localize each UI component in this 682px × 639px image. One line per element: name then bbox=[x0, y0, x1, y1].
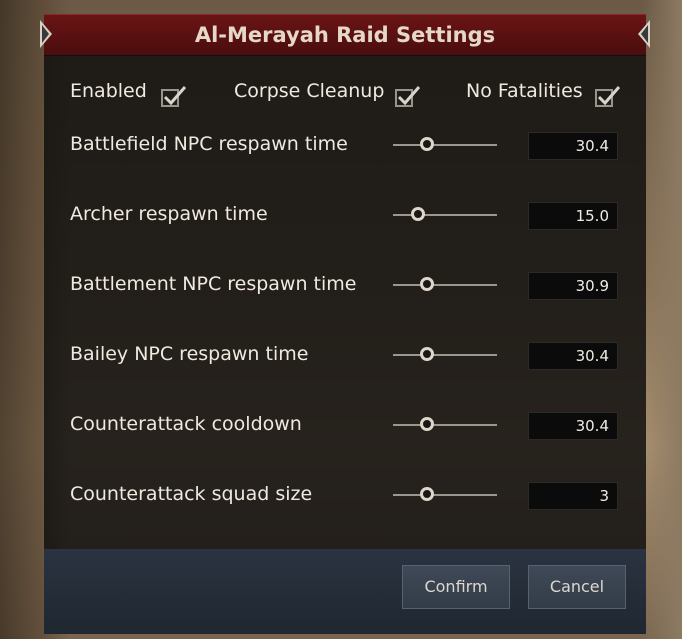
checkbox-enabled[interactable] bbox=[161, 86, 187, 107]
checkbox-corpse-cleanup[interactable] bbox=[395, 86, 421, 107]
checkmark-icon bbox=[397, 86, 421, 106]
slider-knob[interactable] bbox=[411, 207, 425, 221]
checkmark-icon bbox=[597, 86, 621, 106]
title-right-ornament-icon bbox=[638, 20, 650, 48]
slider-knob[interactable] bbox=[420, 277, 434, 291]
dialog-title: Al-Merayah Raid Settings bbox=[194, 23, 496, 47]
checkmark-icon bbox=[163, 86, 187, 106]
toggle-label-corpse-cleanup: Corpse Cleanup bbox=[234, 80, 385, 102]
slider-track[interactable] bbox=[393, 494, 497, 496]
setting-label: Archer respawn time bbox=[70, 203, 268, 225]
background-scenery bbox=[642, 0, 682, 639]
title-left-ornament-icon bbox=[40, 20, 52, 48]
settings-content: Enabled Corpse Cleanup No Fatalities Bat… bbox=[44, 55, 646, 549]
slider-knob[interactable] bbox=[420, 417, 434, 431]
setting-label: Counterattack cooldown bbox=[70, 413, 302, 435]
cancel-button[interactable]: Cancel bbox=[528, 565, 626, 609]
setting-label: Counterattack squad size bbox=[70, 483, 313, 505]
confirm-button[interactable]: Confirm bbox=[402, 565, 510, 609]
title-bar: Al-Merayah Raid Settings bbox=[44, 14, 646, 56]
value-field[interactable]: 30.9 bbox=[528, 272, 618, 300]
slider-track[interactable] bbox=[393, 284, 497, 286]
value-field[interactable]: 30.4 bbox=[528, 412, 618, 440]
slider-knob[interactable] bbox=[420, 137, 434, 151]
slider-track[interactable] bbox=[393, 354, 497, 356]
setting-label: Battlefield NPC respawn time bbox=[70, 133, 348, 155]
slider-knob[interactable] bbox=[420, 487, 434, 501]
raid-settings-dialog: Al-Merayah Raid Settings Enabled Corpse … bbox=[40, 14, 650, 634]
slider-track[interactable] bbox=[393, 424, 497, 426]
slider-knob[interactable] bbox=[420, 347, 434, 361]
slider-track[interactable] bbox=[393, 144, 497, 146]
setting-label: Battlement NPC respawn time bbox=[70, 273, 357, 295]
dialog-footer: Confirm Cancel bbox=[44, 549, 646, 634]
value-field[interactable]: 30.4 bbox=[528, 342, 618, 370]
slider-track[interactable] bbox=[393, 214, 497, 216]
setting-label: Bailey NPC respawn time bbox=[70, 343, 309, 365]
value-field[interactable]: 15.0 bbox=[528, 202, 618, 230]
toggle-label-enabled: Enabled bbox=[70, 80, 147, 102]
value-field[interactable]: 30.4 bbox=[528, 132, 618, 160]
checkbox-no-fatalities[interactable] bbox=[595, 86, 621, 107]
value-field[interactable]: 3 bbox=[528, 482, 618, 510]
toggle-label-no-fatalities: No Fatalities bbox=[466, 80, 583, 102]
